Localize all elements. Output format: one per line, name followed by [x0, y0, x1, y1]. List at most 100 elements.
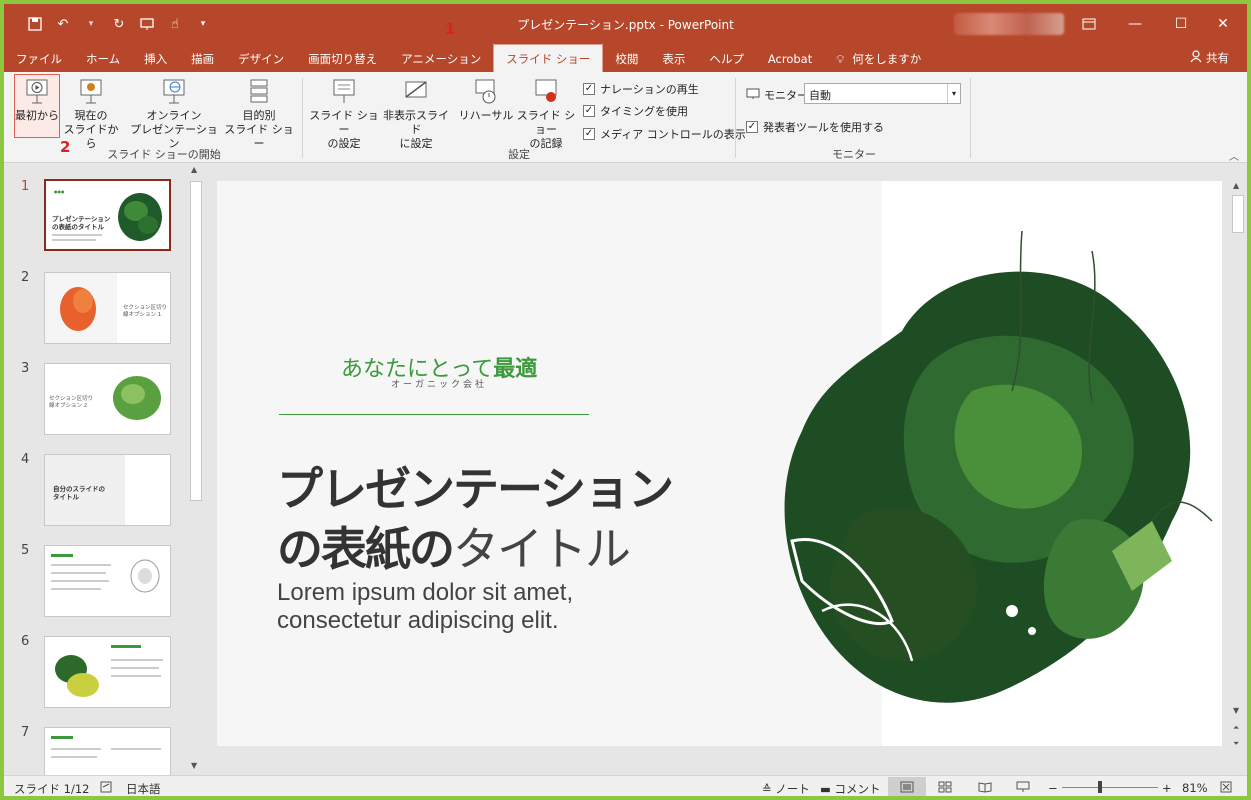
slide-thumbnail-3[interactable]: セクション区切り 線オプション 2	[44, 363, 171, 435]
slideshow-view-icon[interactable]	[1016, 781, 1030, 796]
media-label: メディア コントロールの表示	[600, 128, 746, 141]
scrollbar-thumb[interactable]	[190, 181, 202, 501]
tab-help[interactable]: ヘルプ	[697, 46, 756, 72]
record-slide-show-button[interactable]: スライド ショー の記録	[512, 77, 580, 151]
collapse-ribbon-icon[interactable]: ︿	[1229, 148, 1239, 163]
tell-me-search[interactable]: 💡︎ 何をしますか	[824, 46, 933, 72]
account-area[interactable]	[954, 13, 1064, 35]
annotation-number-2: 2	[60, 138, 71, 156]
presenter-view-checkbox[interactable]: ✓ 発表者ツールを使用する	[746, 119, 884, 135]
ribbon-display-icon[interactable]	[1066, 10, 1112, 38]
media-controls-checkbox[interactable]: ✓ メディア コントロールの表示	[583, 126, 746, 142]
slide-title-line1: プレゼンテーション	[277, 462, 674, 516]
timing-checkbox[interactable]: ✓ タイミングを使用	[583, 103, 688, 119]
tab-draw[interactable]: 描画	[179, 46, 226, 72]
logo-text-bold: 最適	[493, 356, 538, 381]
comments-label: コメント	[834, 782, 881, 796]
scroll-down-icon[interactable]: ▼	[191, 761, 197, 770]
next-slide-icon[interactable]: ⏷	[1233, 739, 1239, 749]
narration-checkbox[interactable]: ✓ ナレーションの再生	[583, 81, 699, 97]
language-indicator[interactable]: 日本語	[126, 781, 161, 796]
thumb-title-line: プレゼンテーション	[52, 215, 111, 223]
notes-button[interactable]: ≙ ノート	[762, 781, 810, 796]
spellcheck-icon[interactable]	[100, 781, 113, 796]
zoom-level[interactable]: 81%	[1182, 781, 1208, 795]
slide-thumbnail-2[interactable]: セクション区切り 線オプション 1	[44, 272, 171, 344]
rehearse-timings-button[interactable]: リハーサル	[457, 77, 515, 123]
annotation-number-1: 1	[445, 20, 456, 38]
checkbox-narration[interactable]: ✓	[583, 83, 595, 95]
comments-button[interactable]: ▬ コメント	[820, 781, 881, 796]
chevron-down-icon[interactable]: ▾	[947, 84, 960, 103]
tab-slide-show[interactable]: スライド ショー	[493, 44, 604, 72]
thumb-number: 4	[21, 452, 30, 467]
thumb-title-line: の表紙のタイトル	[52, 223, 104, 231]
online-presentation-button[interactable]: オンライン プレゼンテーション	[126, 77, 222, 151]
main-scrollbar[interactable]: ▲ ▼ ⏶ ⏷	[1231, 181, 1245, 771]
maximize-icon[interactable]: ☐	[1158, 10, 1204, 38]
tab-insert[interactable]: 挿入	[132, 46, 179, 72]
tab-animations[interactable]: アニメーション	[389, 46, 493, 72]
slide-thumbnail-7[interactable]	[44, 727, 171, 777]
zoom-slider[interactable]	[1062, 787, 1158, 788]
thumb-title: 自分のスライドの タイトル	[53, 485, 105, 501]
thumb-text-line	[52, 234, 102, 236]
ribbon-tabs: ファイル ホーム 挿入 描画 デザイン 画面切り替え アニメーション スライド …	[4, 44, 1247, 72]
tab-review[interactable]: 校閲	[603, 46, 650, 72]
checkbox-presenter-view[interactable]: ✓	[746, 121, 758, 133]
from-beginning-button[interactable]: 最初から	[14, 77, 60, 123]
monitor-select[interactable]: 自動 ▾	[804, 83, 961, 104]
group-label-monitor: モニター	[832, 148, 876, 161]
zoom-in-icon[interactable]: +	[1162, 781, 1172, 795]
scrollbar-thumb[interactable]	[1232, 195, 1244, 233]
group-separator	[302, 78, 303, 158]
share-label: 共有	[1206, 51, 1229, 65]
minimize-icon[interactable]: —	[1112, 10, 1158, 38]
checkbox-media[interactable]: ✓	[583, 128, 595, 140]
scroll-down-icon[interactable]: ▼	[1233, 706, 1239, 715]
scroll-up-icon[interactable]: ▲	[191, 165, 197, 174]
tab-design[interactable]: デザイン	[226, 46, 296, 72]
setup-slide-show-button[interactable]: スライド ショー の設定	[309, 77, 379, 151]
monitor-label-row: モニター:	[746, 87, 812, 103]
reading-view-icon[interactable]	[978, 781, 992, 796]
slide-title-line2: の表紙のタイトル	[277, 513, 631, 579]
normal-view-button[interactable]	[888, 777, 926, 796]
ribbon-panel: 最初から 現在の スライドから オンライン プレゼンテーション 目的別 スライド…	[4, 72, 1247, 163]
fit-to-window-icon[interactable]	[1220, 781, 1232, 796]
record-icon	[535, 79, 557, 102]
thumb-orange-image	[60, 287, 96, 331]
scroll-up-icon[interactable]: ▲	[1233, 181, 1239, 190]
thumb-text-line	[51, 564, 111, 566]
thumb-number: 2	[21, 270, 30, 285]
tab-transitions[interactable]: 画面切り替え	[296, 46, 389, 72]
slide-thumbnail-4[interactable]: 自分のスライドの タイトル	[44, 454, 171, 526]
previous-slide-icon[interactable]: ⏶	[1233, 723, 1239, 733]
thumb-title-line: セクション区切り	[49, 396, 94, 402]
checkbox-timing[interactable]: ✓	[583, 105, 595, 117]
slide-thumbnail-5[interactable]	[44, 545, 171, 617]
hide-slide-button[interactable]: 非表示スライド に設定	[380, 77, 452, 151]
current-slide[interactable]: あなたにとって最適 オーガニック会社 プレゼンテーション の表紙のタイトル Lo…	[217, 181, 1222, 746]
custom-slide-show-button[interactable]: 目的別 スライド ショー	[220, 77, 298, 151]
tab-view[interactable]: 表示	[650, 46, 697, 72]
subtitle-line: Lorem ipsum dolor sit amet,	[277, 579, 574, 606]
thumb-logo: ●●●	[54, 189, 65, 194]
thumb-text-line	[51, 748, 101, 750]
tab-file[interactable]: ファイル	[4, 46, 74, 72]
zoom-out-icon[interactable]: −	[1048, 781, 1058, 795]
thumbnail-scrollbar[interactable]: ▲ ▼	[188, 163, 204, 775]
slide-thumbnail-1[interactable]: ●●● プレゼンテーション の表紙のタイトル	[44, 179, 171, 251]
tab-acrobat[interactable]: Acrobat	[756, 46, 824, 72]
tab-home[interactable]: ホーム	[74, 46, 132, 72]
comment-icon: ▬	[820, 782, 831, 796]
slide-thumbnail-6[interactable]	[44, 636, 171, 708]
thumb-heading-bar	[51, 736, 73, 739]
slide-sorter-icon[interactable]	[938, 781, 952, 796]
thumb-text-line	[111, 748, 161, 750]
share-button[interactable]: 共有	[1190, 50, 1229, 66]
zoom-slider-handle[interactable]	[1098, 781, 1102, 793]
from-current-button[interactable]: 現在の スライドから	[62, 77, 120, 151]
notes-icon: ≙	[762, 782, 772, 796]
close-icon[interactable]: ✕	[1200, 10, 1246, 38]
